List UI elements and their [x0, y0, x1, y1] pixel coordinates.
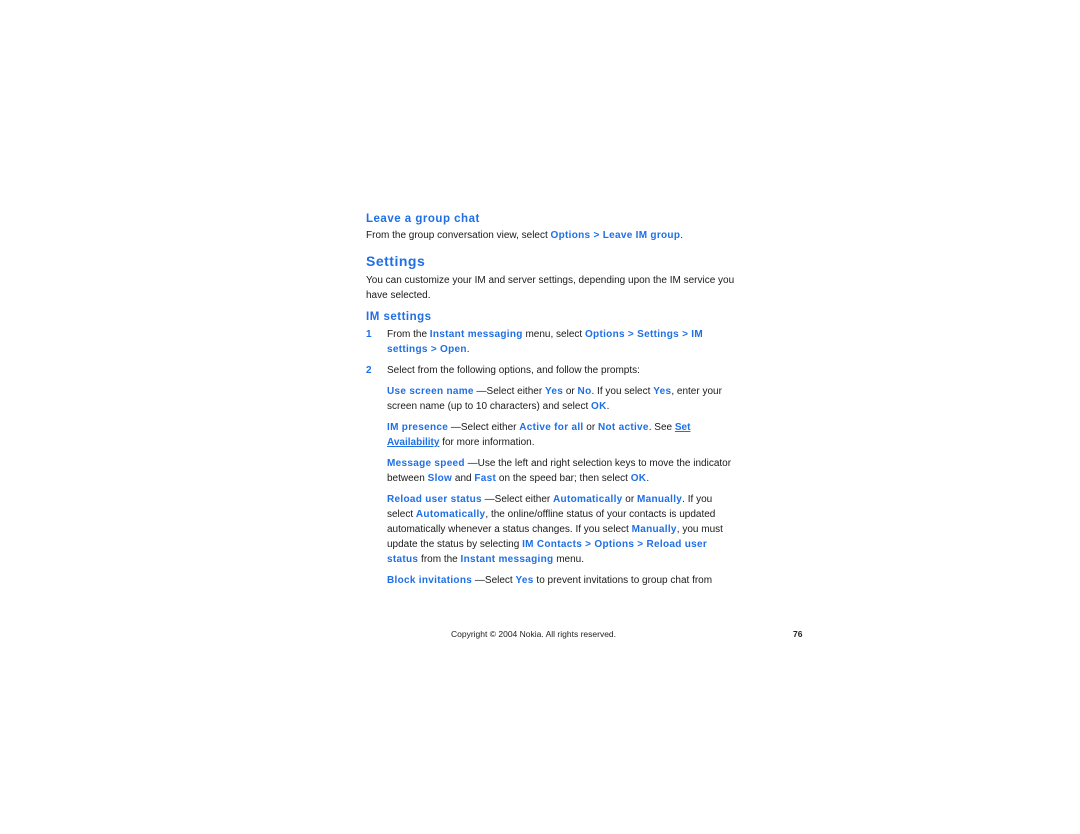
- leave-group-chat-heading: Leave a group chat: [366, 213, 480, 225]
- menu-path: Options > Leave IM group: [550, 230, 681, 241]
- im-settings-heading: IM settings: [366, 311, 432, 323]
- option-message-speed: Message speed —Use the left and right se…: [387, 458, 732, 484]
- option-im-presence: IM presence —Select either Active for al…: [387, 422, 691, 448]
- option-term: Use screen name: [387, 386, 474, 397]
- step-2: 2 Select from the following options, and…: [366, 365, 640, 376]
- option-term: IM presence: [387, 422, 449, 433]
- leave-group-chat-section: Leave a group chat From the group conver…: [366, 213, 683, 243]
- step-1: 1 From the Instant messaging menu, selec…: [366, 329, 703, 355]
- option-use-screen-name: Use screen name —Select either Yes or No…: [387, 386, 722, 412]
- option-block-invitations: Block invitations —Select Yes to prevent…: [387, 575, 713, 586]
- option-term: Message speed: [387, 458, 465, 469]
- page-number: 76: [793, 629, 803, 639]
- settings-section: Settings You can customize your IM and s…: [366, 253, 736, 594]
- step-number: 1: [366, 329, 372, 340]
- option-term: Reload user status: [387, 494, 482, 505]
- settings-intro: You can customize your IM and server set…: [366, 275, 735, 301]
- option-term: Block invitations: [387, 575, 473, 586]
- option-reload-user-status: Reload user status —Select either Automa…: [387, 494, 723, 565]
- copyright-footer: Copyright © 2004 Nokia. All rights reser…: [451, 629, 617, 639]
- step-number: 2: [366, 365, 372, 376]
- leave-group-chat-text: From the group conversation view, select…: [366, 230, 684, 241]
- settings-heading: Settings: [366, 253, 426, 269]
